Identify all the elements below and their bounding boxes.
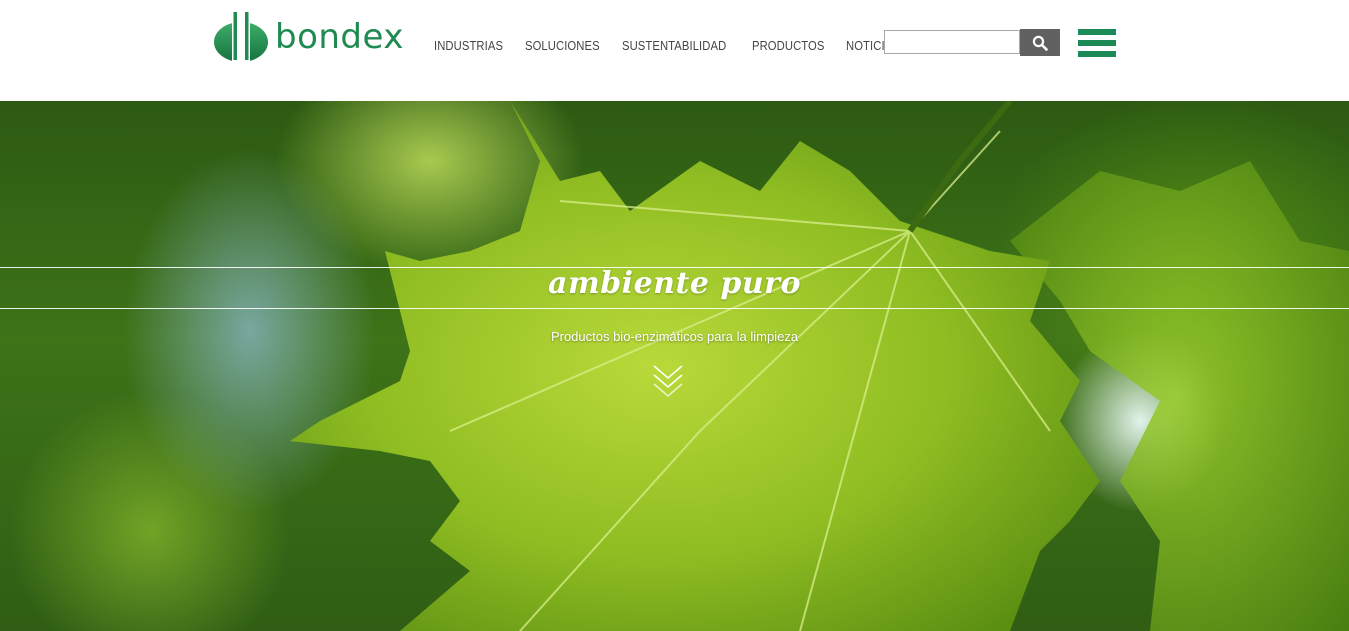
hamburger-icon-bar [1078,40,1116,46]
hamburger-icon-bar [1078,29,1116,35]
brand-name: bondex [275,17,404,57]
logo-mark-icon [214,8,268,64]
search-form [884,29,1060,56]
hamburger-icon-bar [1078,51,1116,57]
hamburger-menu-button[interactable] [1078,29,1116,57]
search-icon [1032,35,1048,51]
main-nav: INDUSTRIAS SOLUCIONES SUSTENTABILIDAD PR… [434,38,920,54]
search-button[interactable] [1020,29,1060,56]
nav-item-industrias[interactable]: INDUSTRIAS [434,39,503,53]
hero-banner: ambiente puro Productos bio-enzimáticos … [0,101,1349,631]
hero-divider-bottom [0,308,1349,309]
scroll-down-button[interactable] [652,363,684,399]
search-input[interactable] [884,30,1020,54]
nav-item-sustentabilidad[interactable]: SUSTENTABILIDAD [622,39,726,53]
nav-item-productos[interactable]: PRODUCTOS [752,39,824,53]
nav-item-soluciones[interactable]: SOLUCIONES [525,39,600,53]
double-chevron-down-icon [653,365,683,398]
hero-title: ambiente puro [548,266,801,301]
brand-logo[interactable]: bondex [213,8,408,64]
hero-subtitle: Productos bio-enzimáticos para la limpie… [550,329,799,344]
site-header: bondex INDUSTRIAS SOLUCIONES SUSTENTABIL… [0,0,1349,101]
